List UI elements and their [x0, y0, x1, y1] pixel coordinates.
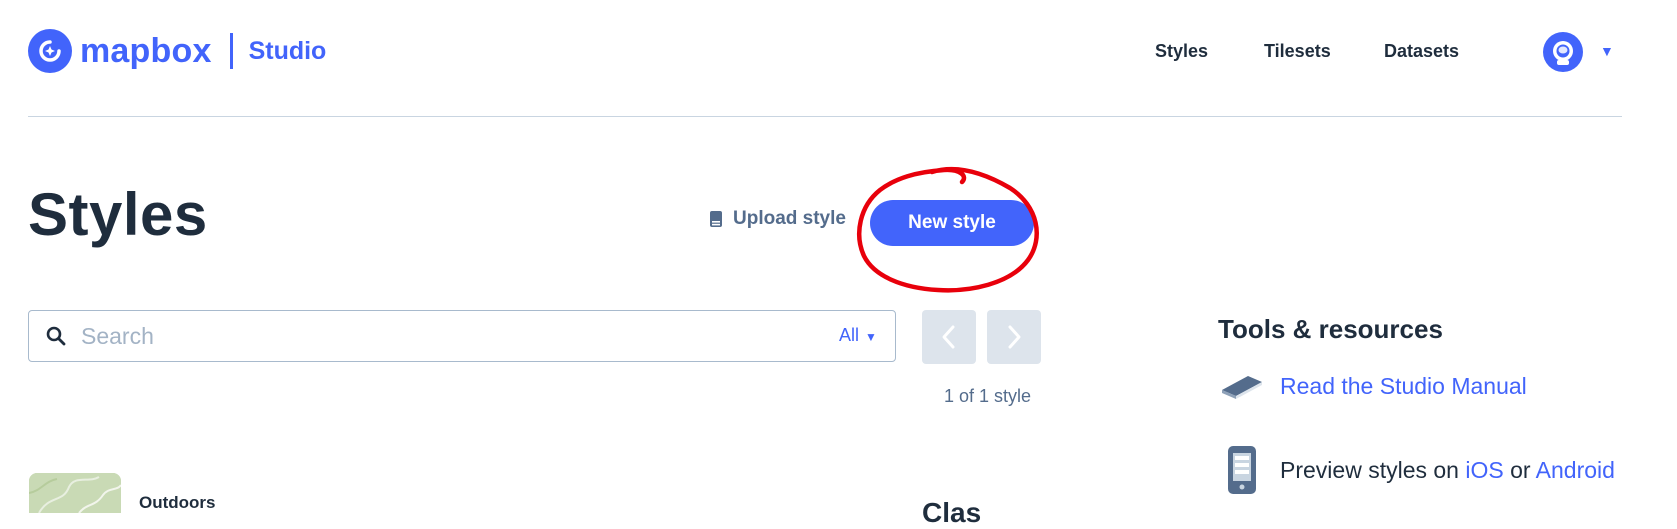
tools-resources-heading: Tools & resources: [1218, 314, 1443, 344]
upload-drive-icon: [710, 211, 722, 227]
search-box[interactable]: All ▼: [28, 310, 896, 362]
book-icon: [1222, 376, 1262, 399]
result-count: 1 of 1 style: [944, 386, 1032, 406]
annotation-circle: [857, 166, 1039, 293]
astronaut-avatar-icon: [1553, 41, 1573, 65]
android-link[interactable]: Android: [1536, 457, 1615, 483]
preview-prefix: Preview styles on: [1280, 456, 1466, 483]
ios-link[interactable]: iOS: [1465, 457, 1503, 483]
upload-style-button[interactable]: Upload style: [709, 208, 846, 230]
filter-label: All: [839, 325, 860, 345]
preview-text: Preview styles on iOS or Android: [1280, 457, 1615, 484]
caret-down-icon: ▼: [865, 330, 877, 344]
mapbox-logo-icon: [28, 29, 72, 73]
chevron-right-icon: [1008, 325, 1021, 349]
nav-datasets[interactable]: Datasets: [1384, 41, 1459, 62]
preview-or: or: [1503, 456, 1536, 483]
page-title: Styles: [28, 181, 208, 248]
map-thumbnail-image: [29, 473, 121, 513]
upload-style-label: Upload style: [733, 208, 846, 229]
preview-resource: Preview styles on iOS or Android: [1218, 445, 1615, 495]
mapbox-logo[interactable]: mapbox Studio: [28, 29, 326, 73]
account-avatar[interactable]: [1543, 32, 1583, 72]
prev-page-button[interactable]: [922, 310, 976, 364]
search-input[interactable]: [81, 320, 781, 352]
search-icon: [46, 326, 66, 346]
header-divider: [28, 116, 1622, 117]
style-thumbnail[interactable]: [29, 473, 121, 513]
style-name[interactable]: Outdoors: [139, 493, 216, 513]
logo-separator: [229, 33, 233, 69]
classic-section-heading: Clas: [922, 497, 982, 528]
logo-wordmark: mapbox: [80, 31, 212, 70]
caret-down-icon[interactable]: ▼: [1600, 43, 1614, 59]
next-page-button[interactable]: [987, 310, 1041, 364]
nav-tilesets[interactable]: Tilesets: [1264, 41, 1331, 62]
manual-resource: Read the Studio Manual: [1218, 372, 1527, 400]
product-name: Studio: [248, 36, 327, 65]
phone-icon: [1228, 446, 1256, 494]
nav-styles[interactable]: Styles: [1155, 41, 1208, 62]
filter-dropdown[interactable]: All ▼: [839, 325, 877, 346]
chevron-left-icon: [942, 325, 955, 349]
read-manual-link[interactable]: Read the Studio Manual: [1280, 373, 1527, 400]
